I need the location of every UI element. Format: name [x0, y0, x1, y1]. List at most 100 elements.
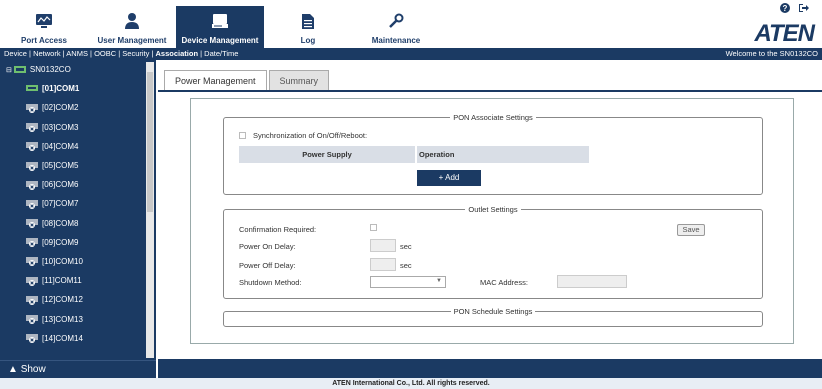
on-delay-unit: sec: [400, 242, 412, 251]
nav-label: User Management: [97, 36, 167, 45]
port-icon: [26, 199, 40, 209]
off-delay-input[interactable]: [370, 258, 396, 271]
pon-schedule-legend: PON Schedule Settings: [453, 307, 533, 316]
save-button[interactable]: Save: [677, 224, 705, 236]
subnav-datetime[interactable]: Date/Time: [204, 49, 238, 58]
device-tree: ⊟ SN0132CO [01]COM1 [02]COM2 [03]COM3 [04]C…: [0, 60, 146, 360]
sidebar-item-port[interactable]: [02]COM2: [0, 98, 146, 117]
nav-device-management[interactable]: Device Management: [176, 6, 264, 48]
sidebar-item-label: [12]COM12: [42, 295, 83, 305]
main-nav: Port Access User Management Device Manag…: [0, 6, 440, 48]
sidebar-item-port[interactable]: [05]COM5: [0, 156, 146, 175]
monitor-icon: [35, 12, 53, 30]
footer: ATEN International Co., Ltd. All rights …: [0, 378, 822, 389]
scrollbar-thumb[interactable]: [147, 72, 153, 212]
sync-label: Synchronization of On/Off/Reboot:: [253, 131, 368, 140]
sidebar-item-label: [10]COM10: [42, 256, 83, 266]
tab-power-management[interactable]: Power Management: [164, 70, 267, 90]
col-power-supply: Power Supply: [239, 146, 415, 163]
sidebar-item-label: [03]COM3: [42, 122, 79, 132]
sidebar-item-label: [02]COM2: [42, 103, 79, 113]
tree-root-label: SN0132CO: [29, 65, 71, 75]
port-icon: [26, 276, 40, 286]
sidebar-item-port[interactable]: [13]COM13: [0, 309, 146, 328]
nav-port-access[interactable]: Port Access: [0, 6, 88, 48]
shutdown-select[interactable]: ▼: [370, 276, 446, 288]
confirmation-checkbox[interactable]: [370, 224, 377, 231]
port-icon: [26, 295, 40, 305]
subnav-network[interactable]: Network: [33, 49, 61, 58]
show-toggle[interactable]: ▲ Show: [0, 360, 156, 378]
port-list: [01]COM1 [02]COM2 [03]COM3 [04]COM4 [05]COM5…: [0, 79, 146, 348]
sidebar-item-port[interactable]: [14]COM14: [0, 329, 146, 348]
subnav-oobc[interactable]: OOBC: [94, 49, 116, 58]
nav-label: Device Management: [181, 36, 259, 45]
sidebar-item-label: [08]COM8: [42, 218, 79, 228]
sidebar-item-label: [09]COM9: [42, 237, 79, 247]
welcome-text: Welcome to the SN0132CO: [725, 49, 818, 58]
mac-input[interactable]: [557, 275, 627, 288]
aten-logo: ATEN: [754, 20, 815, 47]
nav-user-management[interactable]: User Management: [88, 6, 176, 48]
port-icon: [26, 84, 40, 94]
nav-log[interactable]: Log: [264, 6, 352, 48]
subnav-anms[interactable]: ANMS: [66, 49, 88, 58]
sidebar-scrollbar[interactable]: [146, 62, 154, 358]
off-delay-unit: sec: [400, 261, 412, 270]
sidebar-item-port[interactable]: [09]COM9: [0, 233, 146, 252]
chevron-down-icon: ▼: [436, 278, 442, 284]
main-content: Power Management Summary PON Associate S…: [158, 60, 822, 359]
port-icon: [26, 333, 40, 344]
sidebar-item-label: [01]COM1: [42, 84, 80, 94]
nav-label: Port Access: [21, 36, 67, 45]
top-header: Port Access User Management Device Manag…: [0, 0, 822, 48]
sidebar-item-port[interactable]: [07]COM7: [0, 194, 146, 213]
sidebar-item-label: [05]COM5: [42, 161, 79, 171]
on-delay-input[interactable]: [370, 239, 396, 252]
outlet-legend: Outlet Settings: [468, 205, 518, 214]
tab-summary[interactable]: Summary: [268, 70, 330, 90]
pon-associate-legend: PON Associate Settings: [453, 113, 533, 122]
port-icon: [26, 314, 40, 325]
tree-root[interactable]: ⊟ SN0132CO: [0, 60, 146, 79]
sidebar-item-port[interactable]: [10]COM10: [0, 252, 146, 271]
sidebar-item-port[interactable]: [04]COM4: [0, 137, 146, 156]
port-icon: [26, 103, 40, 113]
port-icon: [26, 180, 40, 190]
sidebar-item-port[interactable]: [01]COM1: [0, 79, 146, 98]
subnav-security[interactable]: Security: [122, 49, 149, 58]
sync-checkbox[interactable]: [239, 132, 246, 139]
sidebar-item-port[interactable]: [06]COM6: [0, 175, 146, 194]
pon-schedule-group[interactable]: PON Schedule Settings: [223, 307, 763, 327]
svg-text:?: ?: [783, 4, 788, 13]
logout-icon[interactable]: [798, 3, 809, 13]
settings-panel: PON Associate Settings Synchronization o…: [190, 98, 794, 344]
device-icon: [211, 12, 229, 30]
sidebar-item-port[interactable]: [03]COM3: [0, 118, 146, 137]
col-operation: Operation: [417, 146, 589, 163]
sidebar-item-label: [06]COM6: [42, 180, 79, 190]
expand-icon[interactable]: ⊟: [6, 66, 12, 74]
help-icon[interactable]: ?: [780, 3, 790, 13]
port-icon: [26, 256, 40, 267]
nav-label: Log: [300, 36, 316, 45]
show-label: Show: [20, 364, 46, 375]
subnav-device[interactable]: Device: [4, 49, 27, 58]
sidebar-item-port[interactable]: [08]COM8: [0, 214, 146, 233]
wrench-icon: [388, 12, 404, 30]
sidebar-item-label: [11]COM11: [42, 276, 82, 286]
port-icon: [26, 122, 40, 133]
document-icon: [301, 12, 315, 30]
device-icon: [13, 65, 28, 75]
sidebar-item-port[interactable]: [11]COM11: [0, 271, 146, 290]
nav-label: Maintenance: [371, 36, 421, 45]
nav-maintenance[interactable]: Maintenance: [352, 6, 440, 48]
content-bottom-bar: [158, 359, 822, 378]
subnav-association[interactable]: Association: [156, 49, 199, 58]
sidebar-item-port[interactable]: [12]COM12: [0, 290, 146, 309]
add-button[interactable]: + Add: [417, 170, 481, 186]
sidebar-item-label: [04]COM4: [42, 141, 79, 151]
confirmation-label: Confirmation Required:: [239, 225, 317, 234]
tab-bar: Power Management Summary: [164, 70, 331, 90]
sub-nav: Device | Network | ANMS | OOBC | Securit…: [0, 48, 822, 60]
